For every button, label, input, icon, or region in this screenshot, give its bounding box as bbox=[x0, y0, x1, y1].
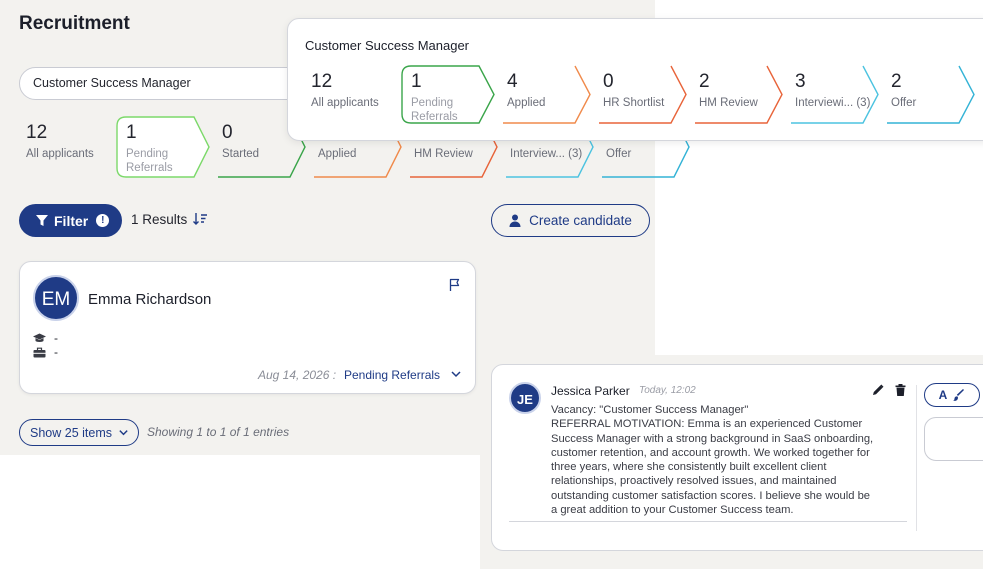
vacancy-select[interactable]: Customer Success Manager bbox=[19, 67, 319, 100]
candidate-card[interactable]: EM Emma Richardson - - Aug 14, 2026 : Pe… bbox=[19, 261, 476, 394]
comment-line: Vacancy: "Customer Success Manager" bbox=[551, 404, 749, 416]
chevron-down-icon bbox=[119, 430, 128, 436]
stage-label: Offer bbox=[606, 148, 632, 160]
stage-count: 2 bbox=[891, 71, 902, 92]
comment-line: outstanding customer satisfaction scores… bbox=[551, 489, 871, 502]
create-candidate-button[interactable]: Create candidate bbox=[491, 204, 650, 237]
page-size-label: Show 25 items bbox=[30, 425, 112, 440]
stage-label: All applicants bbox=[26, 148, 94, 160]
stage-label: Pending Referrals bbox=[126, 148, 173, 174]
briefcase-icon bbox=[33, 347, 46, 357]
stage-label: All applicants bbox=[311, 97, 379, 109]
comment-card: JE Jessica Parker Today, 12:02 Vacancy: … bbox=[491, 364, 983, 551]
comment-line: customer retention, and account growth. … bbox=[551, 446, 870, 459]
page-size-select[interactable]: Show 25 items bbox=[19, 419, 139, 446]
comment-line: Success Manager with a strong background… bbox=[551, 432, 874, 445]
stage-hr-shortlist[interactable]: 0 HR Shortlist bbox=[593, 65, 689, 124]
comment-author: Jessica Parker bbox=[551, 384, 630, 398]
stage-interviewi-3[interactable]: 3 Interviewi... (3) bbox=[785, 65, 881, 124]
page-title: Recruitment bbox=[19, 13, 130, 34]
experience-value: - bbox=[54, 345, 58, 359]
stage-count: 1 bbox=[411, 71, 422, 92]
stage-count: 3 bbox=[795, 71, 806, 92]
stage-pending-referrals[interactable]: 1 Pending Referrals bbox=[116, 116, 212, 178]
filter-button[interactable]: Filter ! bbox=[19, 204, 122, 237]
stage-label: HM Review bbox=[414, 148, 473, 160]
filter-alert-icon: ! bbox=[96, 214, 110, 227]
stage-count: 12 bbox=[311, 71, 333, 92]
pagination-summary: Showing 1 to 1 of 1 entries bbox=[147, 425, 290, 439]
popup-title: Customer Success Manager bbox=[305, 38, 470, 53]
stage-label: Interviewi... (3) bbox=[795, 97, 871, 109]
stage-count: 4 bbox=[507, 71, 518, 92]
sort-icon[interactable] bbox=[193, 212, 209, 229]
create-candidate-label: Create candidate bbox=[529, 213, 632, 228]
font-icon: A bbox=[938, 388, 948, 402]
results-count: 1 Results bbox=[131, 212, 188, 227]
chevron-down-icon[interactable] bbox=[450, 368, 462, 380]
stage-count: 0 bbox=[222, 122, 233, 143]
comment-divider bbox=[509, 521, 907, 522]
graduation-cap-icon bbox=[33, 333, 46, 342]
stage-applied[interactable]: 4 Applied bbox=[497, 65, 593, 124]
stage-count: 12 bbox=[26, 122, 48, 143]
comment-input[interactable] bbox=[924, 417, 983, 461]
comment-body: Vacancy: "Customer Success Manager" REFER… bbox=[551, 403, 911, 517]
application-date: Aug 14, 2026 : bbox=[258, 368, 337, 382]
experience-row: - bbox=[33, 345, 58, 359]
text-format-button[interactable]: A bbox=[924, 383, 980, 407]
stage-label: Interview... (3) bbox=[510, 148, 583, 160]
trash-icon[interactable] bbox=[895, 384, 906, 396]
stage-all-applicants[interactable]: 12 All applicants bbox=[305, 65, 401, 124]
comment-line: relationships, proactively resolved issu… bbox=[551, 475, 837, 488]
stage-count: 2 bbox=[699, 71, 710, 92]
flag-icon[interactable] bbox=[448, 278, 462, 292]
filter-label: Filter bbox=[54, 212, 89, 229]
stage-count: 1 bbox=[126, 122, 137, 143]
comment-time: Today, 12:02 bbox=[639, 385, 696, 396]
stage-pending-referrals[interactable]: 1 Pending Referrals bbox=[401, 65, 497, 124]
stage-hm-review[interactable]: 2 HM Review bbox=[689, 65, 785, 124]
stage-label: Applied bbox=[507, 97, 546, 109]
comment-separator bbox=[916, 385, 917, 531]
stage-label: HM Review bbox=[699, 97, 758, 109]
stage-label: Pending Referrals bbox=[411, 97, 458, 123]
stage-label: Started bbox=[222, 148, 260, 160]
candidate-name[interactable]: Emma Richardson bbox=[88, 291, 211, 308]
stage-all-applicants[interactable]: 12 All applicants bbox=[20, 116, 116, 178]
stage-count: 0 bbox=[603, 71, 614, 92]
comment-avatar: JE bbox=[509, 382, 541, 414]
candidate-stage[interactable]: Pending Referrals bbox=[344, 368, 440, 382]
comment-line: REFERRAL MOTIVATION: Emma is an experien… bbox=[551, 418, 863, 431]
stage-label: HR Shortlist bbox=[603, 97, 665, 109]
education-value: - bbox=[54, 331, 58, 345]
stage-label: Offer bbox=[891, 97, 917, 109]
vacancy-pipeline-popup: Customer Success Manager 12 All applicant… bbox=[287, 18, 983, 141]
comment-line: three years, where she consistently buil… bbox=[551, 461, 827, 474]
education-row: - bbox=[33, 331, 58, 345]
stage-offer[interactable]: 2 Offer bbox=[881, 65, 977, 124]
pencil-icon[interactable] bbox=[872, 384, 884, 396]
brush-icon bbox=[953, 389, 965, 401]
avatar: EM bbox=[33, 275, 79, 321]
person-icon bbox=[509, 214, 521, 227]
stage-label: Applied bbox=[318, 148, 357, 160]
comment-line: a great addition to your Customer Succes… bbox=[551, 504, 794, 517]
filter-icon bbox=[36, 215, 48, 226]
